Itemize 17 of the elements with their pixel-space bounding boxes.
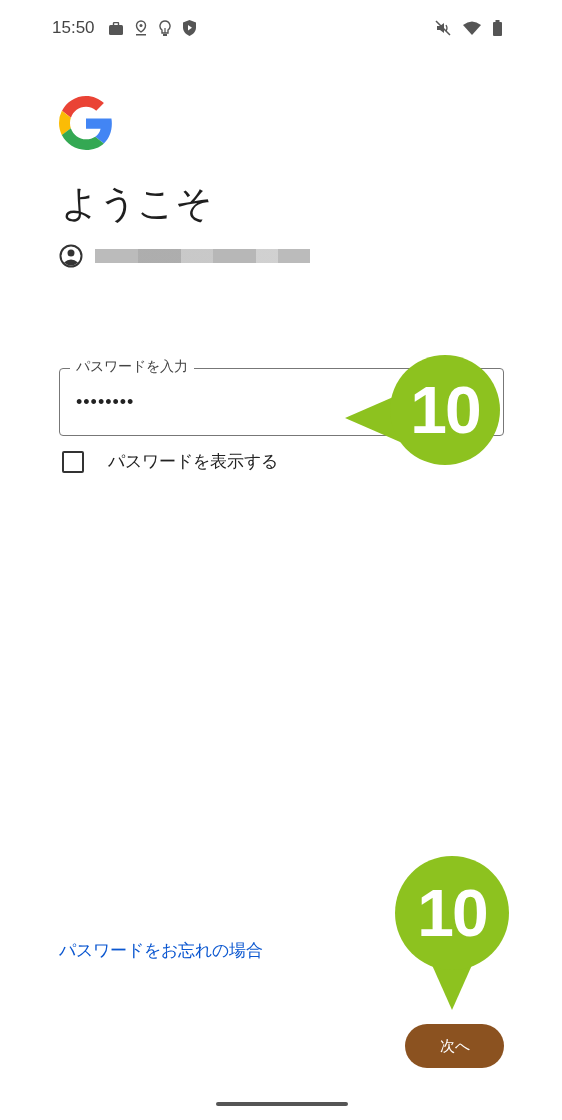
briefcase-icon — [108, 21, 123, 35]
forgot-password-link[interactable]: パスワードをお忘れの場合 — [59, 939, 263, 962]
muted-sound-icon — [435, 20, 451, 36]
shield-play-icon — [182, 20, 196, 36]
welcome-title: ようこそ — [61, 182, 214, 226]
show-password-checkbox[interactable] — [62, 450, 84, 473]
account-icon — [59, 244, 83, 269]
status-time: 15:50 — [52, 18, 95, 38]
location-pin-icon — [134, 20, 147, 36]
lightbulb-icon — [158, 19, 171, 37]
show-password-label: パスワードを表示する — [108, 451, 278, 474]
next-button[interactable]: 次へ — [405, 1024, 504, 1068]
step-number-tooltip: 10 — [395, 856, 510, 1010]
wifi-icon — [463, 21, 481, 35]
battery-icon — [493, 20, 502, 36]
g-logo-icon — [59, 96, 113, 150]
step-number-tooltip: 10 — [345, 355, 500, 467]
